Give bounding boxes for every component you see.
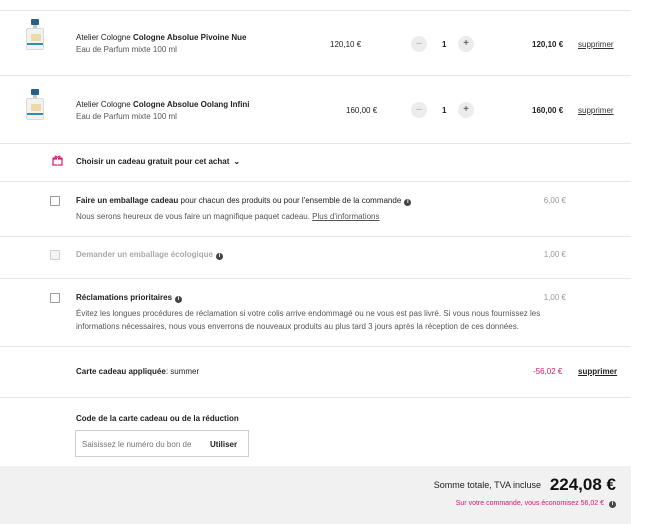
choose-gift-dropdown[interactable]: Choisir un cadeau gratuit pour cet achat… [76, 157, 240, 166]
quantity-decrease-button[interactable]: – [411, 36, 427, 52]
info-icon[interactable]: i [215, 253, 223, 260]
info-icon[interactable]: i [609, 501, 616, 508]
product-subtitle: Eau de Parfum mixte 100 ml [76, 112, 177, 121]
gift-wrap-description: Nous serons heureux de vous faire un mag… [76, 212, 380, 221]
gift-wrap-checkbox[interactable] [50, 196, 60, 206]
line-total: 160,00 € [532, 106, 564, 115]
quantity-increase-button[interactable]: + [458, 102, 474, 118]
info-icon[interactable]: i [175, 296, 183, 303]
chevron-down-icon: ⌄ [233, 157, 241, 166]
order-summary: Somme totale, TVA incluse 224,08 € Sur v… [0, 466, 631, 524]
product-image[interactable] [25, 19, 45, 52]
line-total: 120,10 € [532, 40, 564, 49]
divider [0, 278, 631, 279]
divider [0, 397, 631, 398]
gift-wrap-title: Faire un emballage cadeau pour chacun de… [76, 196, 412, 206]
remove-item-link[interactable]: supprimer [578, 40, 614, 49]
gift-card-applied: Carte cadeau appliquée: summer [76, 367, 200, 376]
info-icon[interactable]: i [404, 199, 412, 206]
voucher-field: Utiliser [75, 430, 249, 457]
divider [0, 10, 631, 11]
voucher-label: Code de la carte cadeau ou de la réducti… [76, 414, 239, 423]
quantity-value: 1 [442, 40, 447, 49]
eco-packaging-price: 1,00 € [543, 250, 566, 259]
total-label: Somme totale, TVA incluse [433, 480, 541, 490]
priority-claims-price: 1,00 € [543, 293, 566, 302]
remove-item-link[interactable]: supprimer [578, 106, 614, 115]
product-image[interactable] [25, 89, 45, 122]
remove-gift-card-link[interactable]: supprimer [578, 367, 617, 376]
priority-claims-description: Évitez les longues procédures de réclama… [76, 309, 541, 331]
priority-claims-checkbox[interactable] [50, 293, 60, 303]
total-amount: 224,08 € [549, 475, 616, 494]
product-subtitle: Eau de Parfum mixte 100 ml [76, 45, 177, 54]
product-name[interactable]: Atelier Cologne Cologne Absolue Pivoine … [76, 33, 246, 42]
eco-packaging-title: Demander un emballage écologique i [76, 250, 223, 260]
savings-text: Sur votre commande, vous économisez 56,0… [455, 500, 604, 507]
divider [0, 346, 631, 347]
quantity-value: 1 [442, 106, 447, 115]
divider [0, 236, 631, 237]
divider [0, 143, 631, 144]
voucher-input[interactable] [82, 437, 204, 451]
gift-icon [52, 155, 63, 168]
divider [0, 181, 631, 182]
gift-wrap-price: 6,00 € [543, 196, 566, 205]
unit-price: 160,00 € [346, 106, 378, 115]
apply-voucher-button[interactable]: Utiliser [210, 440, 237, 449]
priority-claims-title: Réclamations prioritaires i [76, 293, 183, 303]
more-info-link[interactable]: Plus d'informations [312, 212, 379, 221]
product-name[interactable]: Atelier Cologne Cologne Absolue Oolang I… [76, 100, 250, 109]
divider [0, 75, 631, 76]
gift-card-amount: -56,02 € [533, 367, 563, 376]
unit-price: 120,10 € [330, 40, 362, 49]
eco-packaging-checkbox[interactable] [50, 250, 60, 260]
quantity-decrease-button[interactable]: – [411, 102, 427, 118]
quantity-increase-button[interactable]: + [458, 36, 474, 52]
